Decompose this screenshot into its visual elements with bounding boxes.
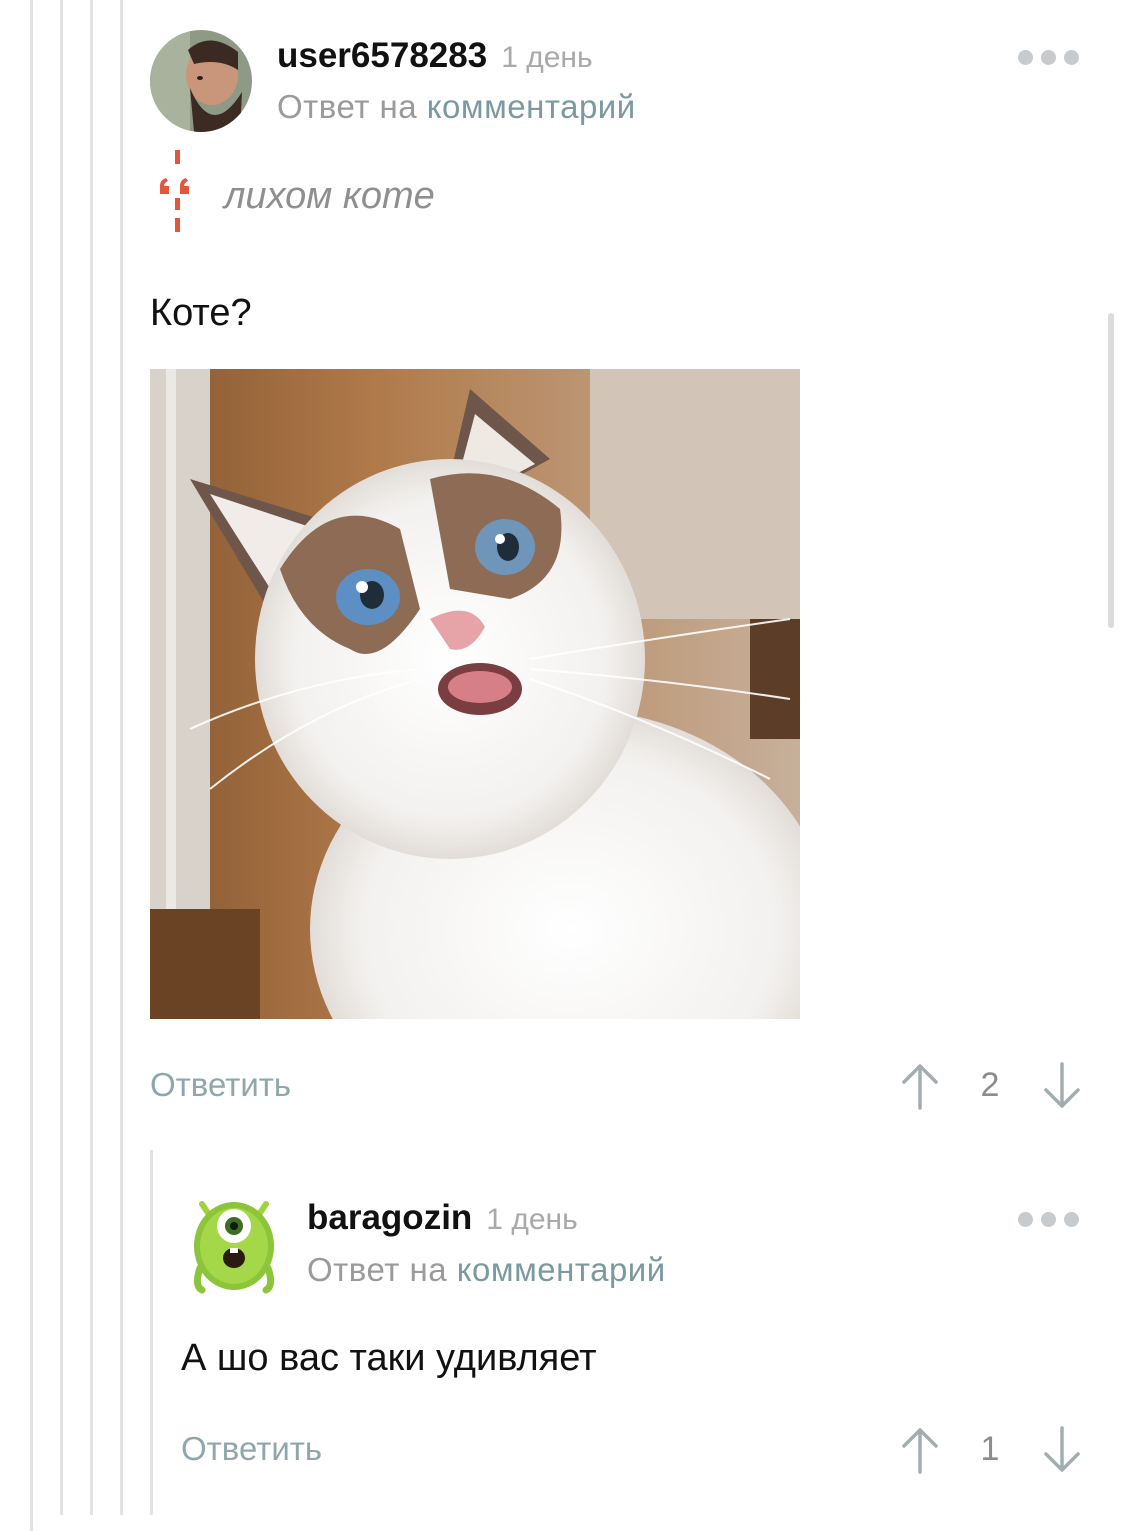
downvote-arrow-icon[interactable]	[1042, 1062, 1082, 1110]
more-dots-icon[interactable]	[1018, 50, 1079, 65]
comment-text: А шо вас таки удивляет	[181, 1337, 597, 1379]
thread-line	[60, 0, 63, 1515]
upvote-arrow-icon[interactable]	[900, 1426, 940, 1474]
scrollbar[interactable]	[1108, 313, 1114, 628]
thread-line	[30, 0, 33, 1531]
comment-time: 1 день	[501, 41, 593, 74]
reply-to-line: Ответ на комментарий	[277, 88, 636, 126]
more-dots-icon[interactable]	[1018, 1212, 1079, 1227]
reply-to-line: Ответ на комментарий	[307, 1251, 666, 1289]
username[interactable]: user6578283	[277, 36, 487, 76]
comment-image[interactable]	[150, 369, 800, 1019]
parent-comment-link[interactable]: комментарий	[457, 1251, 666, 1288]
avatar[interactable]	[188, 1190, 280, 1294]
rating-count: 2	[980, 1066, 1000, 1104]
comment-time: 1 день	[486, 1203, 578, 1236]
avatar[interactable]	[150, 30, 252, 132]
rating-count: 1	[980, 1430, 1000, 1468]
reply-prefix: Ответ на	[307, 1251, 448, 1288]
reply-prefix: Ответ на	[277, 88, 418, 125]
reply-button[interactable]: Ответить	[181, 1430, 322, 1468]
quote-icon	[158, 150, 198, 232]
username[interactable]: baragozin	[307, 1198, 472, 1238]
downvote-arrow-icon[interactable]	[1042, 1426, 1082, 1474]
thread-line	[150, 1150, 153, 1515]
thread-line	[90, 0, 93, 1515]
upvote-arrow-icon[interactable]	[900, 1062, 940, 1110]
thread-line	[120, 0, 123, 1515]
quote-text: лихом коте	[224, 175, 435, 217]
comment-text: Коте?	[150, 292, 252, 334]
reply-button[interactable]: Ответить	[150, 1066, 291, 1104]
parent-comment-link[interactable]: комментарий	[427, 88, 636, 125]
